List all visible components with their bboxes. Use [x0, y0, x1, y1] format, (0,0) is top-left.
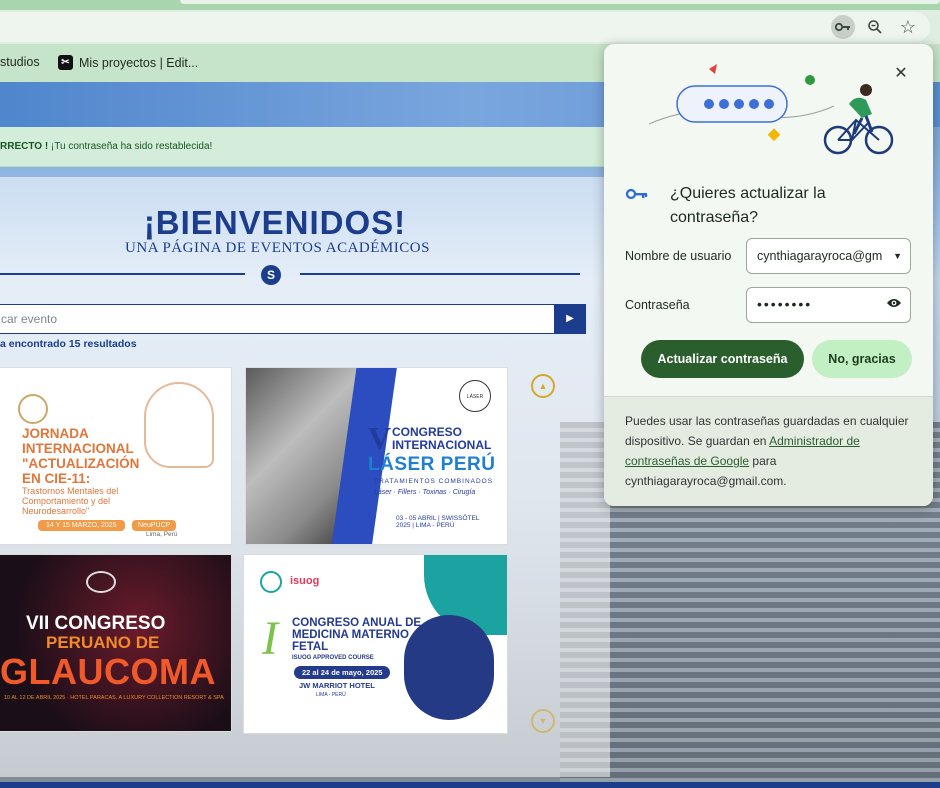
event-details: 10 AL 12 DE ABRIL 2025 · HOTEL PARACAS, … — [4, 695, 224, 701]
event-title-line: PERUANO DE — [46, 633, 160, 652]
society-emblem-icon — [86, 571, 116, 593]
event-place: Lima, Perú — [146, 531, 178, 538]
divider-right — [300, 273, 580, 275]
welcome-title: ¡BIENVENIDOS! — [143, 204, 407, 241]
event-title-line: EN CIE-11: — [22, 471, 91, 486]
password-value: •••••••• — [757, 296, 813, 312]
event-title-line: FETAL — [292, 641, 329, 653]
username-value: cynthiagarayroca@gmail.com — [757, 249, 882, 263]
footer-text: Puedes usar las contraseñas guardadas en… — [625, 414, 909, 448]
footer-bar — [0, 782, 940, 788]
head-illustration-icon — [144, 382, 214, 468]
event-organizer: NeuPUCP — [132, 520, 177, 531]
event-title-line: INTERNACIONAL — [392, 438, 492, 452]
event-subtitle-line: Neurodesarrollo" — [22, 506, 90, 516]
society-logo-icon — [260, 571, 282, 593]
event-date: 22 al 24 de mayo, 2025 — [294, 666, 391, 679]
key-icon[interactable] — [831, 15, 855, 39]
zoom-icon[interactable] — [863, 15, 887, 39]
event-card[interactable]: VII CONGRESO PERUANO DE GLAUCOMA 10 AL 1… — [0, 554, 232, 732]
divider-left — [0, 273, 245, 275]
event-title-line: VII CONGRESO — [26, 613, 166, 634]
address-bar[interactable] — [0, 12, 930, 42]
alert-text: ¡Tu contraseña ha sido restablecida! — [48, 141, 213, 152]
event-card[interactable]: isuog I CONGRESO ANUAL DE MEDICINA MATER… — [243, 554, 508, 734]
university-seal-icon — [18, 394, 48, 424]
event-roman: V — [368, 420, 392, 456]
eye-icon[interactable] — [886, 296, 902, 312]
bookmark-label: Mis proyectos | Edit... — [79, 55, 199, 70]
capcut-icon: ✂ — [58, 55, 73, 70]
welcome-subtitle: UNA PÁGINA DE EVENTOS ACADÉMICOS — [125, 240, 430, 256]
event-title-line: MEDICINA MATERNO — [292, 629, 409, 641]
star-icon[interactable]: ☆ — [896, 15, 920, 39]
event-course: ISUOG APPROVED COURSE — [292, 655, 374, 661]
site-logo-icon: S — [261, 265, 281, 285]
event-date: 14 Y 15 MARZO, 2025 — [38, 520, 125, 531]
event-title: CONGRESO ANUAL DE MEDICINA MATERNO FETAL — [292, 617, 421, 653]
event-big-title: LÁSER PERÚ — [368, 454, 496, 475]
event-tagline-2: Láser · Fillers · Toxinas · Cirugía — [374, 489, 476, 496]
update-password-button[interactable]: Actualizar contraseña — [641, 340, 804, 378]
dialog-footer: Puedes usar las contraseñas guardadas en… — [604, 396, 933, 506]
tab-strip — [0, 0, 940, 10]
password-field[interactable]: •••••••• — [746, 287, 911, 323]
event-subtitle-line: Comportamiento y del — [22, 496, 111, 506]
event-logo-icon: LÁSER — [459, 380, 491, 412]
event-title-line: "ACTUALIZACIÓN — [22, 456, 140, 471]
event-date-line: 2025 | LIMA - PERÚ — [396, 522, 455, 529]
event-title-line: INTERNACIONAL — [22, 441, 134, 456]
event-hotel: JW MARRIOT HOTEL — [299, 681, 375, 690]
close-icon[interactable]: ✕ — [891, 64, 911, 84]
no-thanks-button[interactable]: No, gracias — [812, 340, 912, 378]
event-subtitle: Trastornos Mentales del Comportamiento y… — [22, 486, 118, 516]
password-key-icon — [625, 188, 649, 203]
event-tagline: TRATAMIENTOS COMBINADOS — [374, 478, 494, 485]
event-card[interactable]: JORNADA INTERNACIONAL "ACTUALIZACIÓN EN … — [0, 367, 232, 545]
bookmark-item[interactable]: studios — [0, 55, 40, 69]
dialog-title: ¿Quieres actualizar la contraseña? — [670, 185, 826, 226]
browser-toolbar: ☆ — [0, 10, 940, 44]
cyclist-illustration-icon — [648, 64, 894, 155]
event-roman: I — [262, 612, 278, 665]
event-title: JORNADA INTERNACIONAL "ACTUALIZACIÓN EN … — [22, 426, 139, 486]
alert-strong: RRECTO ! — [0, 141, 49, 152]
password-update-dialog: ✕ ¿Quieres actualizar la contraseña? Nom… — [604, 44, 933, 506]
dropdown-arrow-icon: ▼ — [893, 251, 902, 261]
event-place: LIMA - PERÚ — [316, 692, 346, 698]
username-label: Nombre de usuario — [625, 249, 732, 263]
scroll-up-button[interactable]: ▲ — [531, 374, 555, 398]
event-title-line: JORNADA — [22, 426, 89, 441]
event-date: 03 - 05 ABRIL | SWISSÔTEL 2025 | LIMA - … — [396, 515, 479, 529]
search-input[interactable]: car evento — [0, 304, 555, 334]
event-title: CONGRESO INTERNACIONAL — [392, 426, 491, 452]
results-count: a encontrado 15 resultados — [0, 338, 137, 350]
event-big-title: GLAUCOMA — [0, 651, 216, 692]
event-card[interactable]: LÁSER V CONGRESO INTERNACIONAL LÁSER PER… — [245, 367, 508, 545]
bookmark-item[interactable]: ✂ Mis proyectos | Edit... — [58, 55, 198, 70]
event-title-line: CONGRESO ANUAL DE — [292, 617, 422, 629]
search-button[interactable]: ▶ — [554, 304, 586, 334]
password-label: Contraseña — [625, 298, 690, 312]
active-tab-edge — [180, 0, 940, 4]
isuog-logo: isuog — [290, 575, 320, 587]
username-select[interactable]: cynthiagarayroca@gmail.com ▼ — [746, 238, 911, 274]
event-subtitle-line: Trastornos Mentales del — [22, 486, 119, 496]
event-date-line: 03 - 05 ABRIL | SWISSÔTEL — [396, 515, 480, 522]
success-alert: RRECTO ! ¡Tu contraseña ha sido restable… — [0, 127, 610, 167]
scroll-down-button[interactable]: ▼ — [531, 709, 555, 733]
